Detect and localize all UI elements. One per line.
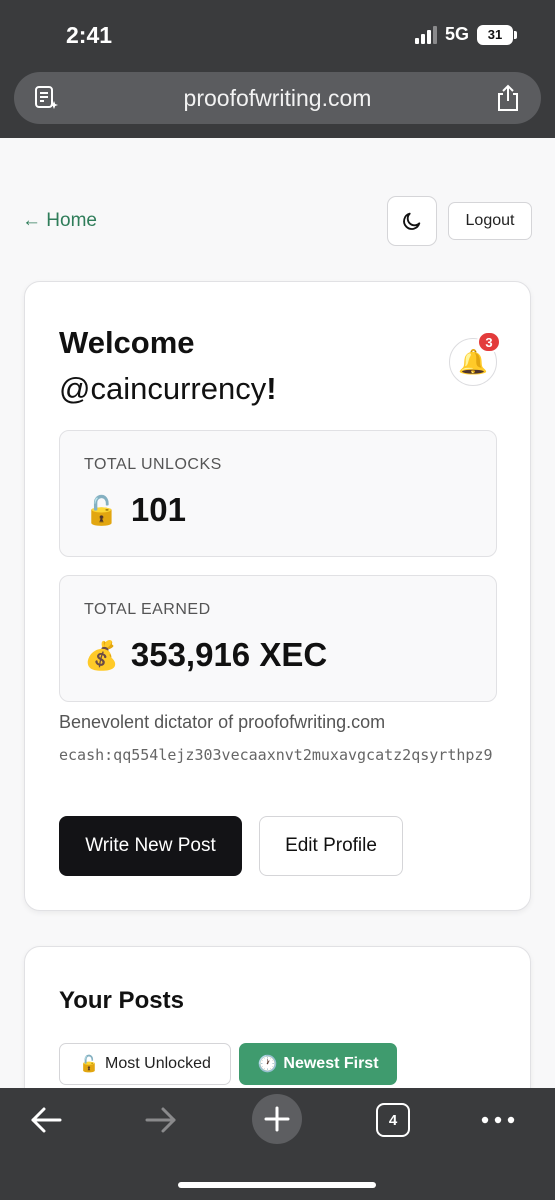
unlock-icon: 🔓 <box>79 1056 100 1073</box>
posts-card: Your Posts 🔓 Most Unlocked 🕐 Newest Firs… <box>24 946 531 1088</box>
ecash-address: ecash:qq554lejz303vecaaxnvt2muxavgcatz2q… <box>59 746 493 764</box>
moon-icon <box>403 212 421 230</box>
address-bar[interactable]: proofofwriting.com <box>14 72 541 124</box>
browser-bottom-toolbar: 4 <box>0 1088 555 1200</box>
write-new-post-button[interactable]: Write New Post <box>59 816 242 876</box>
money-bag-icon: 💰 <box>84 639 119 671</box>
home-link[interactable]: ← Home <box>22 210 97 232</box>
battery-icon: 31 <box>477 24 517 45</box>
stat-number: 101 <box>130 491 186 528</box>
back-button[interactable] <box>22 1098 70 1142</box>
browser-top-bar: 2:41 5G 31 proofofwriting.com <box>0 0 555 138</box>
posts-title: Your Posts <box>59 987 184 1014</box>
battery-level: 31 <box>477 24 513 45</box>
status-time: 2:41 <box>66 22 113 48</box>
status-indicators: 5G 31 <box>414 24 517 45</box>
url-text[interactable]: proofofwriting.com <box>14 85 541 112</box>
welcome-title: Welcome <box>59 325 195 360</box>
more-button[interactable] <box>478 1098 518 1142</box>
stat-value: 🔓 101 <box>84 491 186 529</box>
logout-button[interactable]: Logout <box>448 202 532 240</box>
edit-profile-button[interactable]: Edit Profile <box>259 816 403 876</box>
stat-number: 353,916 XEC <box>130 636 328 673</box>
welcome-card: Welcome @caincurrency! 🔔 3 TOTAL UNLOCKS… <box>24 281 531 911</box>
forward-arrow-icon <box>145 1107 176 1133</box>
tabs-button[interactable]: 4 <box>375 1098 411 1142</box>
back-arrow-icon <box>31 1107 62 1133</box>
home-indicator <box>178 1182 376 1188</box>
more-icon <box>481 1116 515 1124</box>
sort-label: Most Unlocked <box>105 1055 211 1072</box>
share-icon[interactable] <box>495 84 521 112</box>
forward-button[interactable] <box>137 1098 185 1142</box>
stat-total-earned: TOTAL EARNED 💰 353,916 XEC <box>59 575 497 702</box>
stat-label: TOTAL UNLOCKS <box>84 456 222 473</box>
username: @caincurrency <box>59 371 267 406</box>
sort-label: Newest First <box>283 1055 379 1072</box>
unlock-icon: 🔓 <box>84 494 119 526</box>
welcome-handle: @caincurrency! <box>59 366 277 412</box>
stat-total-unlocks: TOTAL UNLOCKS 🔓 101 <box>59 430 497 557</box>
sort-most-unlocked-button[interactable]: 🔓 Most Unlocked <box>59 1043 231 1085</box>
welcome-exclaim: ! <box>266 371 277 406</box>
plus-icon <box>264 1106 290 1132</box>
network-type: 5G <box>444 24 469 44</box>
profile-bio: Benevolent dictator of proofofwriting.co… <box>59 712 386 732</box>
clock-icon: 🕐 <box>257 1056 278 1073</box>
stat-label: TOTAL EARNED <box>84 601 211 618</box>
notification-badge: 3 <box>477 331 501 353</box>
signal-icon <box>414 25 437 44</box>
page-content: ← Home Logout Welcome @caincurrency! 🔔 3… <box>0 138 555 1088</box>
new-tab-button[interactable] <box>252 1094 302 1144</box>
theme-toggle-button[interactable] <box>387 196 437 246</box>
sort-newest-first-button[interactable]: 🕐 Newest First <box>239 1043 397 1085</box>
stat-value: 💰 353,916 XEC <box>84 636 327 674</box>
tabs-icon: 4 <box>376 1103 410 1137</box>
